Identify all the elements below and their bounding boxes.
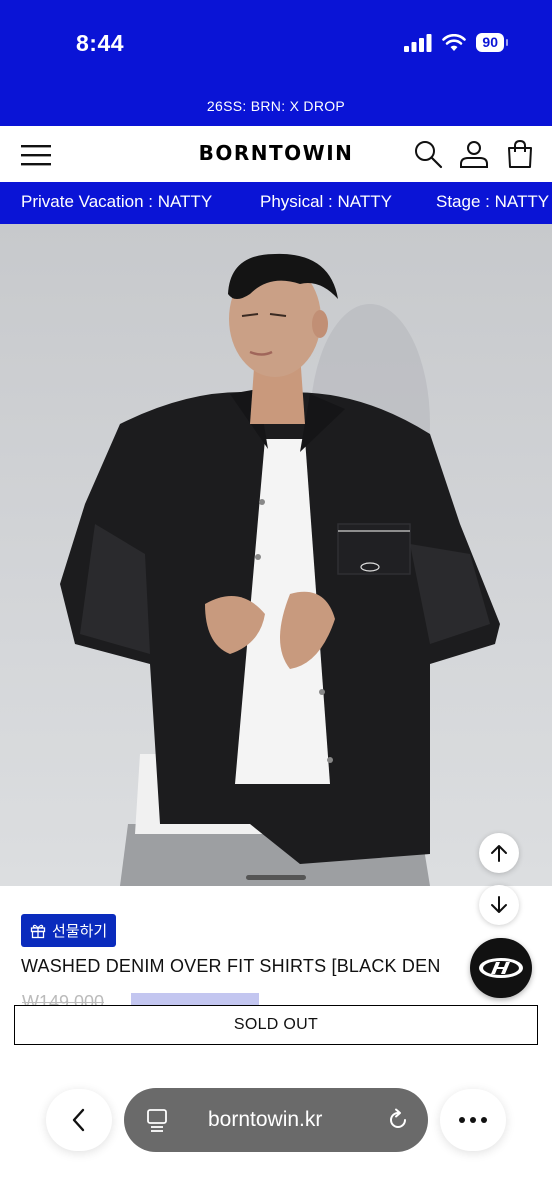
url-text: borntowin.kr <box>208 1108 323 1131</box>
carousel-indicator <box>246 875 306 880</box>
status-time: 8:44 <box>76 30 125 56</box>
scroll-top-button[interactable] <box>479 833 519 873</box>
cart-icon[interactable] <box>505 139 535 169</box>
product-image[interactable] <box>0 224 552 886</box>
address-bar[interactable]: borntowin.kr <box>124 1088 428 1152</box>
chevron-left-icon <box>72 1108 85 1132</box>
page: 8:44 90 26SS: BRN: X DROP BORNTOWIN Priv… <box>0 0 552 1200</box>
more-icon <box>459 1117 487 1123</box>
model-photo <box>60 253 500 886</box>
wifi-icon <box>442 33 467 51</box>
sold-out-button[interactable]: SOLD OUT <box>14 1005 538 1045</box>
brand-chat-badge[interactable] <box>470 938 532 998</box>
browser-more-button[interactable] <box>440 1089 506 1151</box>
product-price: W149,000 <box>22 993 105 1005</box>
promo-banner[interactable]: 26SS: BRN: X DROP <box>0 90 552 126</box>
brand-logo-icon <box>479 958 523 978</box>
product-title: WASHED DENIM OVER FIT SHIRTS [BLACK DEN <box>21 956 441 976</box>
marquee-item: Stage : NATTY <box>436 192 550 211</box>
gift-label: 선물하기 <box>52 923 108 940</box>
marquee-ticker: Private Vacation : NATTY Physical : NATT… <box>0 182 552 224</box>
marquee-item: Private Vacation : NATTY <box>21 192 213 211</box>
sale-badge <box>131 993 259 1005</box>
reload-icon[interactable] <box>386 1108 410 1132</box>
arrow-down-icon <box>491 896 507 913</box>
signal-icon <box>404 33 432 52</box>
arrow-up-icon <box>491 845 507 862</box>
marquee-item: Physical : NATTY <box>260 192 392 211</box>
battery-indicator: 90 <box>476 33 508 52</box>
search-icon[interactable] <box>413 139 443 169</box>
status-icons: 90 <box>404 33 508 52</box>
page-menu-icon[interactable] <box>146 1108 168 1132</box>
status-bar: 8:44 90 <box>0 0 552 90</box>
site-header: BORNTOWIN <box>0 126 552 182</box>
browser-back-button[interactable] <box>46 1089 112 1151</box>
gift-button[interactable]: 선물하기 <box>21 914 117 947</box>
gift-icon <box>30 924 46 938</box>
scroll-bottom-button[interactable] <box>479 885 519 925</box>
user-icon[interactable] <box>459 139 489 169</box>
